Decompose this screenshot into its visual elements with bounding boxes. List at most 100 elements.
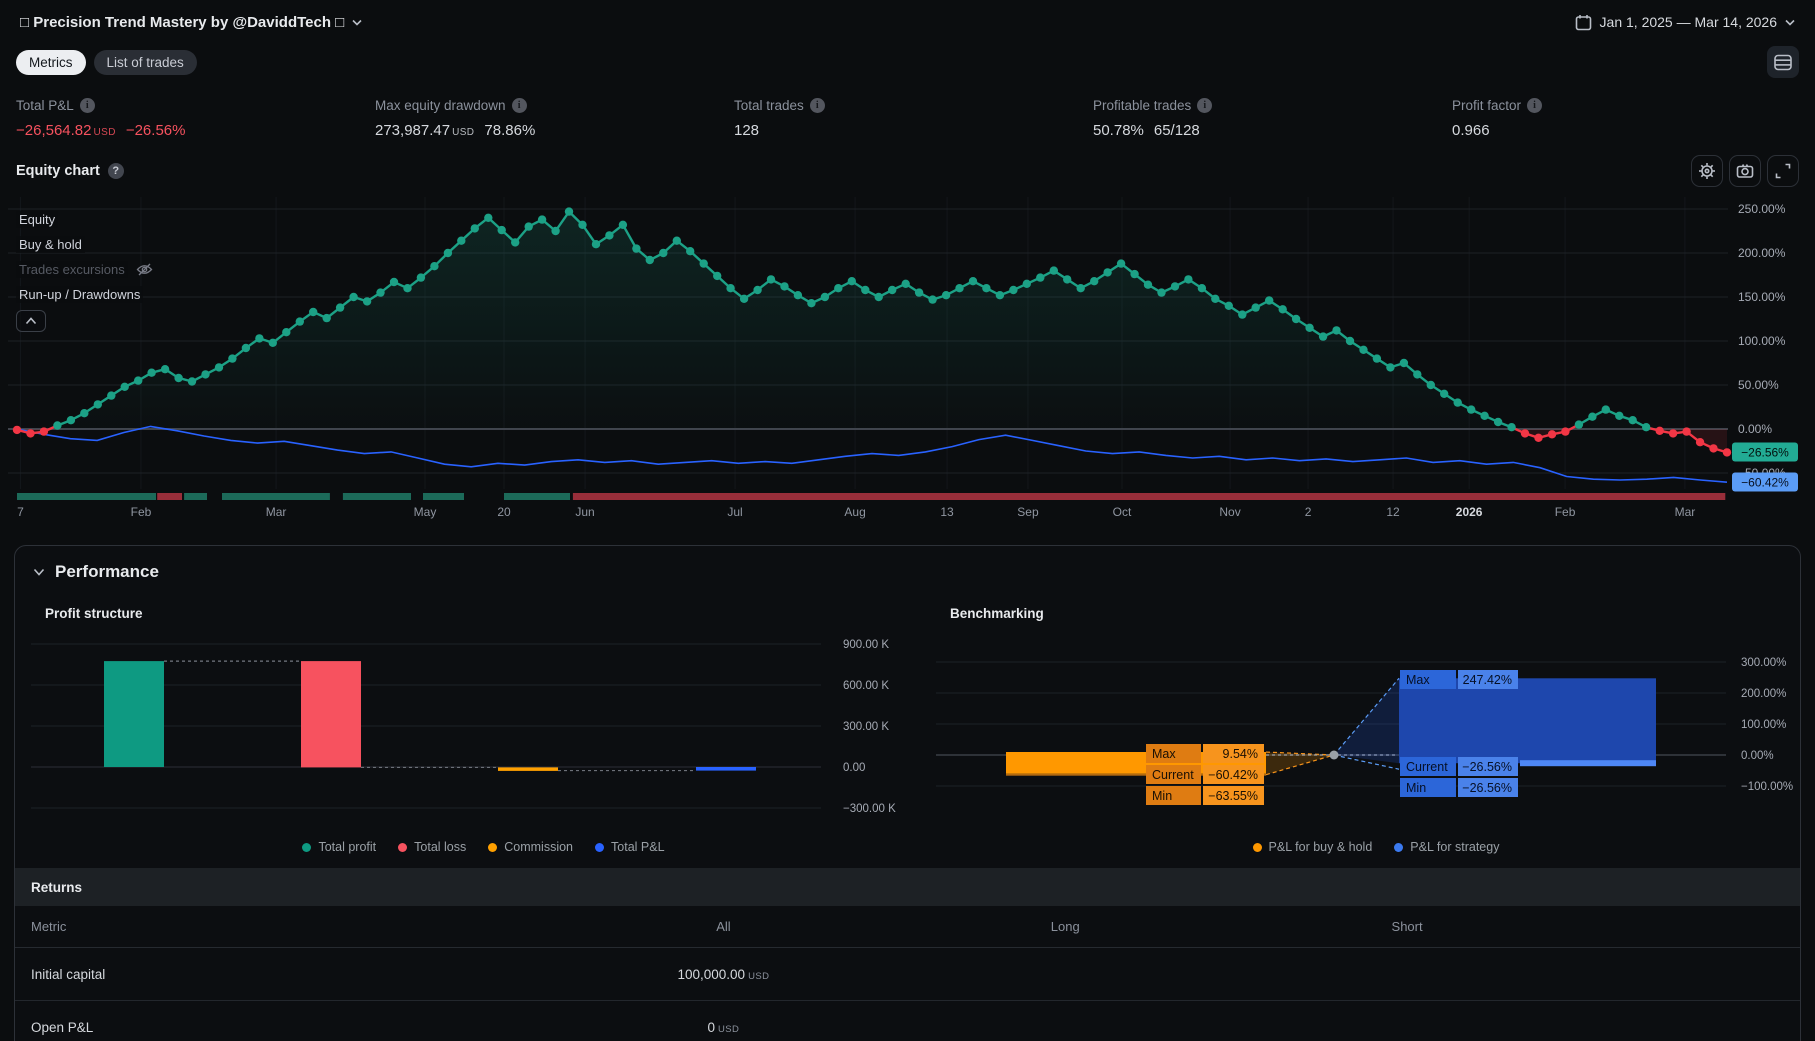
svg-text:Max: Max <box>1152 747 1176 761</box>
stat-label: Total P&Li <box>16 98 375 113</box>
svg-text:May: May <box>414 505 437 519</box>
legend-item-total-p-l: Total P&L <box>595 840 665 854</box>
svg-text:Mar: Mar <box>266 505 287 519</box>
svg-text:Aug: Aug <box>844 505 865 519</box>
svg-text:600.00 K: 600.00 K <box>843 680 889 692</box>
profit-structure-title: Profit structure <box>45 606 936 621</box>
date-range-label: Jan 1, 2025 — Mar 14, 2026 <box>1600 14 1777 30</box>
legend-item-p-l-for-buy-hold: P&L for buy & hold <box>1253 840 1373 854</box>
expand-icon <box>1774 162 1792 180</box>
stat-profit-factor: Profit factor i 0.966 <box>1452 98 1811 139</box>
info-icon[interactable]: i <box>512 98 527 113</box>
svg-text:247.42%: 247.42% <box>1463 673 1512 687</box>
svg-text:300.00%: 300.00% <box>1741 657 1786 669</box>
summary-stats: Total P&Li−26,564.82USD−26.56%Max equity… <box>0 84 1815 149</box>
svg-text:150.00%: 150.00% <box>1738 290 1786 304</box>
snapshot-button[interactable] <box>1729 155 1761 187</box>
chevron-down-icon <box>1785 19 1795 26</box>
svg-text:2026: 2026 <box>1456 505 1483 519</box>
stat-values: 273,987.47USD78.86% <box>375 122 734 139</box>
svg-text:Feb: Feb <box>131 505 152 519</box>
returns-value-all: 0USD <box>557 1020 890 1035</box>
stat-extra: 78.86% <box>484 122 535 139</box>
benchmarking-legend: P&L for buy & hold P&L for strategy <box>936 840 1801 854</box>
svg-text:100.00%: 100.00% <box>1741 719 1786 731</box>
stat-label: Total tradesi <box>734 98 1093 113</box>
legend-item-p-l-for-strategy: P&L for strategy <box>1394 840 1499 854</box>
svg-text:200.00%: 200.00% <box>1738 246 1786 260</box>
stat-label: Profit factor i <box>1452 98 1811 113</box>
info-icon[interactable]: i <box>80 98 95 113</box>
svg-text:0.00: 0.00 <box>843 762 865 774</box>
tab-metrics[interactable]: Metrics <box>16 50 86 75</box>
date-range-picker[interactable]: Jan 1, 2025 — Mar 14, 2026 <box>1575 14 1795 31</box>
stat-extra: 65/128 <box>1154 122 1200 139</box>
legend-item-total-profit: Total profit <box>302 840 376 854</box>
tab-list-of-trades[interactable]: List of trades <box>94 50 197 75</box>
calendar-icon <box>1575 14 1592 31</box>
stat-value: 0.966 <box>1452 122 1490 139</box>
legend-item-total-loss: Total loss <box>398 840 466 854</box>
svg-text:Min: Min <box>1406 781 1426 795</box>
info-icon[interactable]: i <box>810 98 825 113</box>
returns-col-short: Short <box>1241 919 1574 934</box>
layout-rows-button[interactable] <box>1767 46 1799 78</box>
legend-dot <box>302 843 311 852</box>
chevron-up-icon <box>25 317 37 325</box>
legend-item-buy-hold[interactable]: Buy & hold <box>16 232 153 257</box>
legend-item-equity[interactable]: Equity <box>16 207 153 232</box>
legend-item-run-up-drawdowns[interactable]: Run-up / Drawdowns <box>16 282 153 307</box>
stat-value: 50.78% <box>1093 122 1144 139</box>
legend-dot <box>488 843 497 852</box>
svg-text:12: 12 <box>1386 505 1400 519</box>
svg-text:13: 13 <box>940 505 954 519</box>
chart-settings-button[interactable] <box>1691 155 1723 187</box>
stat-label-text: Profitable trades <box>1093 98 1191 113</box>
equity-chart[interactable]: 250.00%200.00%150.00%100.00%50.00%0.00%−… <box>0 189 1815 539</box>
strategy-title-group[interactable]: □ Precision Trend Mastery by @DaviddTech… <box>20 14 362 31</box>
eye-off-icon[interactable] <box>136 263 153 276</box>
equity-chart-header: Equity chart ? <box>0 149 1815 189</box>
svg-text:−26.56%: −26.56% <box>1741 446 1789 460</box>
returns-table-body: Initial capital100,000.00USDOpen P&L0USD <box>15 948 1800 1041</box>
legend-item-trades-excursions[interactable]: Trades excursions <box>16 257 153 282</box>
equity-chart-canvas[interactable]: 250.00%200.00%150.00%100.00%50.00%0.00%−… <box>0 189 1815 539</box>
svg-text:Current: Current <box>1406 760 1448 774</box>
returns-title: Returns <box>31 880 82 895</box>
legend-dot <box>595 843 604 852</box>
returns-table-header: MetricAllLongShort <box>15 906 1800 948</box>
svg-text:9.54%: 9.54% <box>1223 747 1258 761</box>
svg-text:−26.56%: −26.56% <box>1462 760 1512 774</box>
svg-text:−60.42%: −60.42% <box>1208 768 1258 782</box>
info-icon[interactable]: i <box>1527 98 1542 113</box>
returns-col-all: All <box>557 919 890 934</box>
svg-text:Feb: Feb <box>1555 505 1576 519</box>
svg-text:−63.55%: −63.55% <box>1208 789 1258 803</box>
fullscreen-button[interactable] <box>1767 155 1799 187</box>
stat-values: 128 <box>734 122 1093 139</box>
legend-item-label: Equity <box>16 211 58 228</box>
stat-unit: USD <box>452 127 474 138</box>
svg-text:Jul: Jul <box>727 505 742 519</box>
svg-text:300.00 K: 300.00 K <box>843 721 889 733</box>
strategy-title: □ Precision Trend Mastery by @DaviddTech… <box>20 14 344 31</box>
section-collapse-icon[interactable] <box>33 568 45 576</box>
svg-text:900.00 K: 900.00 K <box>843 639 889 651</box>
legend-dot <box>1394 843 1403 852</box>
stat-unit: USD <box>94 127 116 138</box>
legend-item-label: Trades excursions <box>16 261 128 278</box>
legend-label: Total profit <box>318 840 376 854</box>
profit-structure-chart[interactable]: 900.00 K600.00 K300.00 K0.00−300.00 K <box>31 627 911 827</box>
stat-label-text: Profit factor <box>1452 98 1521 113</box>
tabs-row: Metrics List of trades <box>0 38 1815 84</box>
benchmarking-chart[interactable]: 300.00%200.00%100.00%0.00%−100.00%Max9.5… <box>936 627 1801 827</box>
stat-total-trades: Total tradesi 128 <box>734 98 1093 139</box>
legend-label: P&L for strategy <box>1410 840 1499 854</box>
help-icon[interactable]: ? <box>108 163 124 179</box>
svg-text:200.00%: 200.00% <box>1741 688 1786 700</box>
svg-text:250.00%: 250.00% <box>1738 202 1786 216</box>
collapse-legend-button[interactable] <box>16 310 46 332</box>
info-icon[interactable]: i <box>1197 98 1212 113</box>
legend-label: P&L for buy & hold <box>1269 840 1373 854</box>
profit-structure-block: Profit structure 900.00 K 600.00 K 300.00 … <box>31 588 936 854</box>
